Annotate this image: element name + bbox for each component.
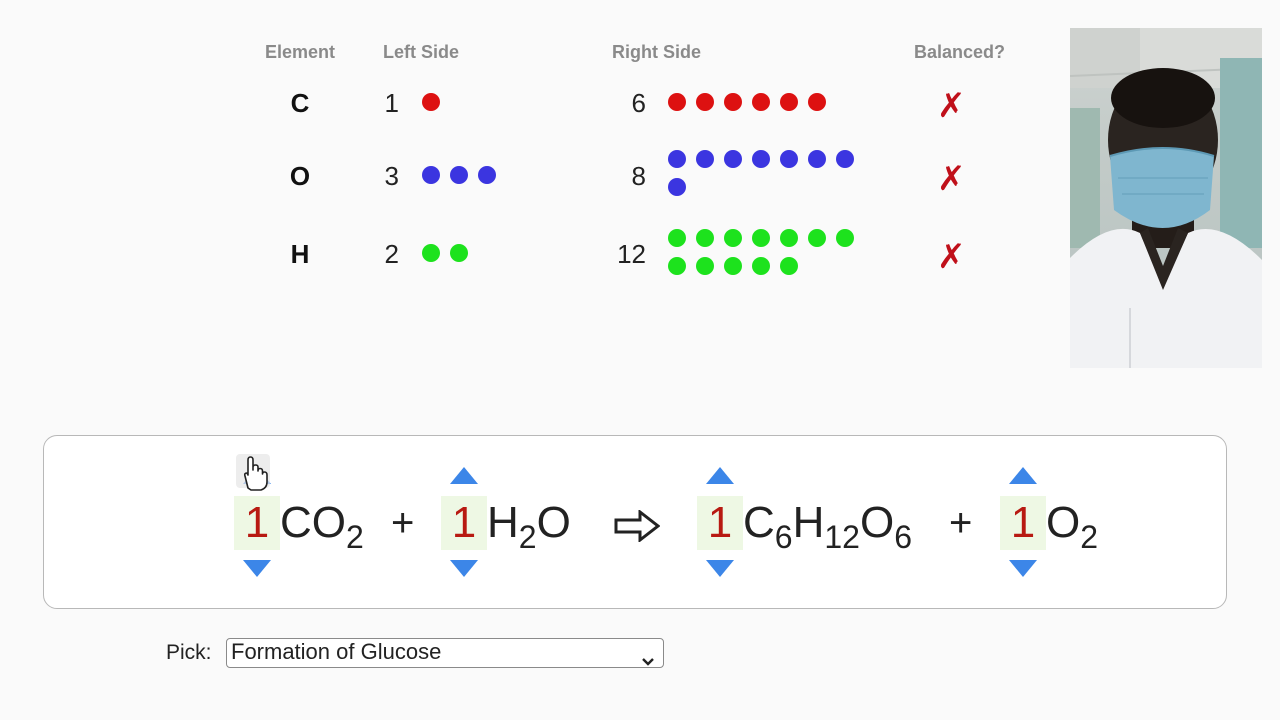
left-count-c: 1 — [384, 88, 399, 118]
atom-dot — [668, 150, 686, 168]
hand-pointer-icon — [236, 454, 270, 499]
atom-dot — [752, 257, 770, 275]
atom-dot — [478, 166, 496, 184]
left-atom-dots-c — [422, 93, 622, 111]
atom-dot — [696, 93, 714, 111]
atom-dot — [724, 93, 742, 111]
formula-h2o: H2O — [487, 498, 571, 555]
element-symbol-o: O — [289, 161, 311, 191]
coefficient-co2[interactable]: 1 — [234, 496, 280, 550]
atom-dot — [752, 93, 770, 111]
atom-dot — [422, 244, 440, 262]
atom-dot — [780, 229, 798, 247]
atom-dot — [696, 229, 714, 247]
right-count-h: 12 — [617, 239, 646, 269]
left-atom-dots-h — [422, 244, 622, 262]
left-count-o: 3 — [384, 161, 399, 191]
decrement-arrow-icon[interactable] — [1009, 560, 1037, 577]
atom-dot — [808, 229, 826, 247]
atom-dot — [696, 150, 714, 168]
coefficient-glucose[interactable]: 1 — [697, 496, 743, 550]
decrement-arrow-icon[interactable] — [706, 560, 734, 577]
pick-label: Pick: — [166, 641, 212, 664]
atom-dot — [450, 166, 468, 184]
right-atom-dots-c — [668, 93, 868, 111]
atom-dot — [808, 150, 826, 168]
header-balanced: Balanced? — [914, 42, 1006, 62]
atom-dot — [780, 150, 798, 168]
increment-arrow-icon[interactable] — [706, 467, 734, 484]
atom-dot — [668, 93, 686, 111]
plus-sign: + — [949, 501, 973, 545]
left-count-h: 2 — [384, 239, 399, 269]
coefficient-control-h2o: 1 — [441, 436, 487, 610]
right-count-o: 8 — [631, 161, 646, 191]
header-right-side: Right Side — [612, 42, 701, 62]
atom-dot — [422, 166, 440, 184]
presenter-image — [1070, 28, 1262, 368]
yields-arrow-icon — [614, 508, 661, 547]
atom-dot — [668, 257, 686, 275]
formula-glucose: C6H12O6 — [743, 498, 912, 555]
atom-dot — [752, 229, 770, 247]
header-left-side: Left Side — [383, 42, 460, 62]
formula-co2: CO2 — [280, 498, 364, 555]
decrement-arrow-icon[interactable] — [243, 560, 271, 577]
atom-dot — [696, 257, 714, 275]
plus-sign: + — [391, 501, 415, 545]
coefficient-h2o[interactable]: 1 — [441, 496, 487, 550]
header-element: Element — [265, 42, 336, 62]
atom-dot — [780, 93, 798, 111]
atom-dot — [668, 178, 686, 196]
decrement-arrow-icon[interactable] — [450, 560, 478, 577]
left-atom-dots-o — [422, 166, 622, 184]
atom-dot — [836, 150, 854, 168]
increment-arrow-icon[interactable] — [450, 467, 478, 484]
atom-dot — [808, 93, 826, 111]
right-count-c: 6 — [631, 88, 646, 118]
atom-dot — [836, 229, 854, 247]
right-atom-dots-o — [668, 150, 868, 196]
cross-mark-icon: ✗ — [937, 86, 966, 126]
cross-mark-icon: ✗ — [937, 159, 966, 199]
atom-dot — [724, 150, 742, 168]
element-symbol-h: H — [290, 239, 310, 269]
reaction-select-value: Formation of Glucose — [231, 639, 442, 664]
increment-arrow-icon[interactable] — [1009, 467, 1037, 484]
atom-dot — [668, 229, 686, 247]
atom-dot — [422, 93, 440, 111]
equation-panel: 1 CO2 + 1 H2O 1 C6H12O6 + 1 O2 — [43, 435, 1227, 609]
coefficient-o2[interactable]: 1 — [1000, 496, 1046, 550]
cross-mark-icon: ✗ — [937, 237, 966, 277]
atom-dot — [450, 244, 468, 262]
atom-dot — [724, 229, 742, 247]
atom-dot — [780, 257, 798, 275]
right-atom-dots-h — [668, 229, 868, 275]
formula-o2: O2 — [1046, 498, 1099, 555]
coefficient-control-glucose: 1 — [697, 436, 743, 610]
element-symbol-c: C — [290, 88, 310, 118]
presenter-webcam-video — [1070, 28, 1262, 368]
atom-dot — [752, 150, 770, 168]
reaction-select[interactable]: Formation of Glucose — [226, 638, 664, 668]
atom-dot — [724, 257, 742, 275]
chevron-down-icon — [641, 647, 655, 673]
coefficient-control-o2: 1 — [1000, 436, 1046, 610]
